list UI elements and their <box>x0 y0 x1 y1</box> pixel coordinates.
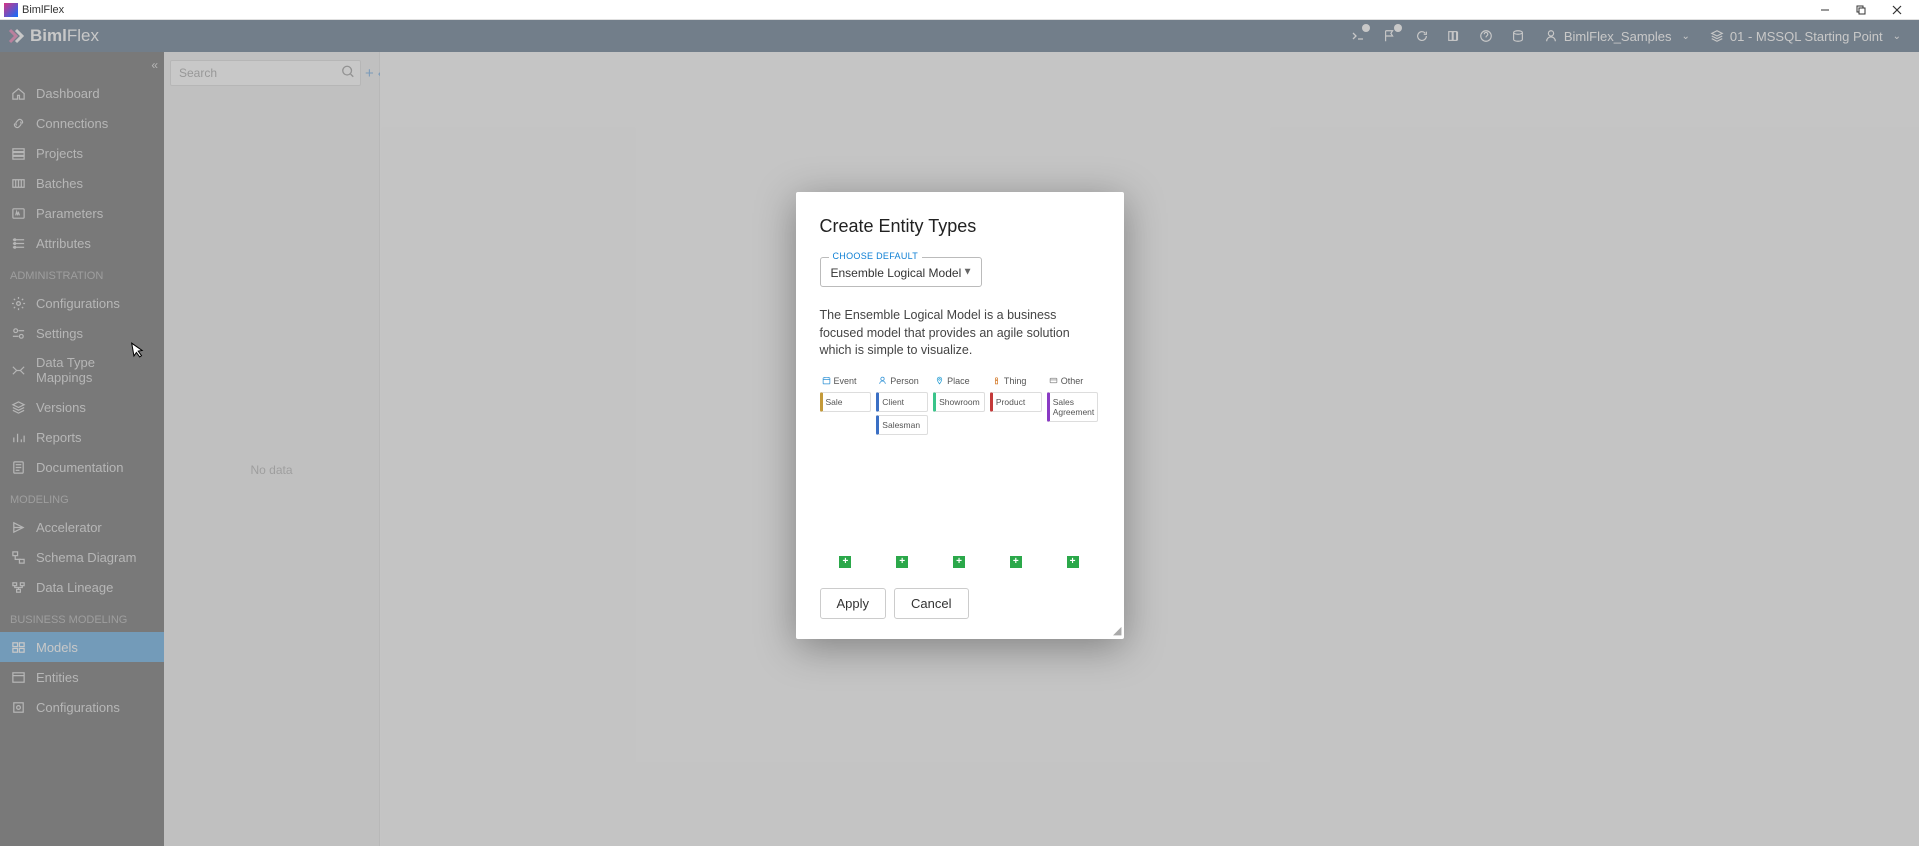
app-icon <box>4 3 18 17</box>
other-icon <box>1049 376 1058 385</box>
thing-icon <box>992 376 1001 385</box>
kanban-column-body: Showroom <box>933 392 985 552</box>
select-value: Ensemble Logical Model <box>831 266 971 280</box>
maximize-button[interactable] <box>1843 0 1879 20</box>
kanban-add-button[interactable]: + <box>1010 556 1022 568</box>
kanban-column-body: Sales Agreement <box>1047 392 1099 552</box>
kanban-column-header: Event <box>820 376 872 386</box>
kanban-add-button[interactable]: + <box>896 556 908 568</box>
kanban-column-title: Person <box>890 376 919 386</box>
kanban-column-body: Product <box>990 392 1042 552</box>
kanban-column-event: Event Sale + <box>820 376 873 568</box>
default-select[interactable]: CHOOSE DEFAULT Ensemble Logical Model ▼ <box>820 257 982 287</box>
kanban-column-title: Other <box>1061 376 1084 386</box>
minimize-button[interactable] <box>1807 0 1843 20</box>
kanban-column-person: Person Client Salesman + <box>876 376 929 568</box>
close-icon <box>1892 5 1902 15</box>
kanban-add-button[interactable]: + <box>839 556 851 568</box>
kanban-card[interactable]: Sales Agreement <box>1047 392 1099 422</box>
close-button[interactable] <box>1879 0 1915 20</box>
create-entity-types-dialog: Create Entity Types CHOOSE DEFAULT Ensem… <box>796 192 1124 639</box>
kanban-column-body: Client Salesman <box>876 392 928 552</box>
kanban-add-button[interactable]: + <box>1067 556 1079 568</box>
resize-handle[interactable]: ◢ <box>1113 624 1121 637</box>
modal-overlay[interactable]: Create Entity Types CHOOSE DEFAULT Ensem… <box>0 20 1919 846</box>
kanban-card[interactable]: Product <box>990 392 1042 412</box>
maximize-icon <box>1856 5 1866 15</box>
kanban-column-title: Thing <box>1004 376 1027 386</box>
kanban-column-header: Other <box>1047 376 1099 386</box>
kanban-add-button[interactable]: + <box>953 556 965 568</box>
kanban-column-header: Thing <box>990 376 1042 386</box>
dialog-title: Create Entity Types <box>820 216 1100 237</box>
kanban-column-header: Person <box>876 376 928 386</box>
kanban-column-title: Place <box>947 376 970 386</box>
kanban-column-title: Event <box>834 376 857 386</box>
kanban-column-body: Sale <box>820 392 872 552</box>
select-label: CHOOSE DEFAULT <box>829 251 923 261</box>
kanban-card[interactable]: Sale <box>820 392 872 412</box>
kanban-card[interactable]: Salesman <box>876 415 928 435</box>
kanban-card[interactable]: Showroom <box>933 392 985 412</box>
person-icon <box>878 376 887 385</box>
kanban-card[interactable]: Client <box>876 392 928 412</box>
cancel-button[interactable]: Cancel <box>894 588 968 619</box>
event-icon <box>822 376 831 385</box>
entity-kanban-preview: Event Sale + Person Client Salesman + Place Show… <box>820 376 1100 568</box>
kanban-column-place: Place Showroom + <box>933 376 986 568</box>
minimize-icon <box>1820 5 1830 15</box>
place-icon <box>935 376 944 385</box>
kanban-column-header: Place <box>933 376 985 386</box>
kanban-column-other: Other Sales Agreement + <box>1047 376 1100 568</box>
apply-button[interactable]: Apply <box>820 588 887 619</box>
kanban-column-thing: Thing Product + <box>990 376 1043 568</box>
dialog-description: The Ensemble Logical Model is a business… <box>820 307 1100 360</box>
window-title: BimlFlex <box>22 4 1807 16</box>
window-titlebar: BimlFlex <box>0 0 1919 20</box>
chevron-down-icon: ▼ <box>963 267 973 278</box>
